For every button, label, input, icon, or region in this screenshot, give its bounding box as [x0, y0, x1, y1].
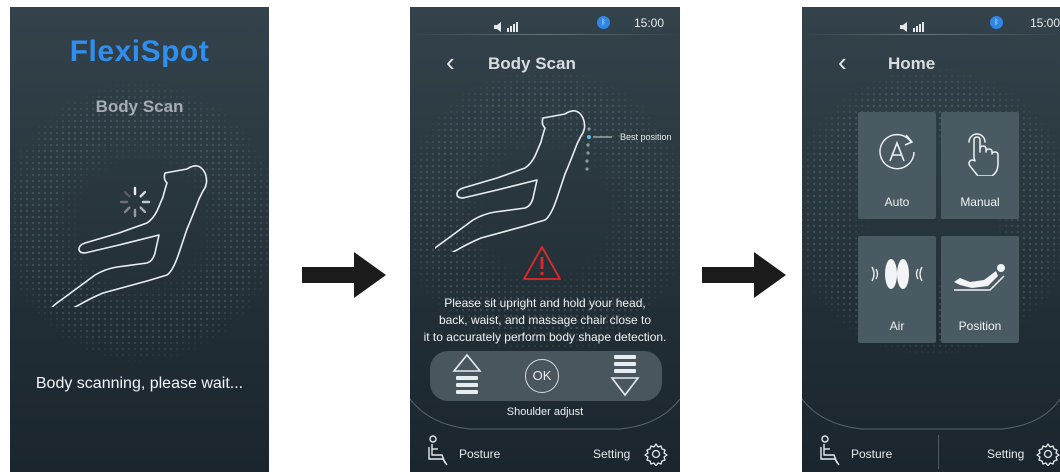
scan-loading-screen: FlexiSpot Body Scan Body scanning, pleas… — [10, 7, 269, 472]
tile-label: Position — [958, 319, 1002, 333]
tile-label: Air — [889, 319, 905, 333]
bluetooth-icon: ᛒ — [990, 16, 1003, 29]
warning-icon — [523, 246, 561, 280]
brand-logo: FlexiSpot — [69, 35, 210, 68]
bluetooth-icon: ᛒ — [597, 16, 610, 29]
nav-curve-divider — [410, 398, 680, 430]
tile-position[interactable]: Position — [941, 236, 1019, 343]
status-time: 15:00 — [634, 16, 665, 30]
instruction-text: Please sit upright and hold your head, b… — [410, 295, 680, 346]
posture-nav-label[interactable]: Posture — [851, 447, 892, 461]
home-screen: ᛒ 15:00 ‹ Home Auto Manual Air Position … — [802, 7, 1060, 472]
reclined-body-illustration — [51, 165, 208, 307]
setting-nav-label[interactable]: Setting — [987, 447, 1024, 461]
instruction-line: back, waist, and massage chair close to — [438, 313, 652, 327]
best-position-label: Best position — [620, 132, 672, 142]
divider — [410, 34, 680, 35]
status-time: 15:00 — [1030, 16, 1060, 30]
posture-icon[interactable] — [819, 435, 845, 467]
setting-nav-label[interactable]: Setting — [593, 447, 630, 461]
page-title: Body Scan — [488, 54, 576, 73]
gear-icon[interactable] — [644, 442, 668, 466]
loading-spinner-icon — [119, 186, 151, 218]
scanning-status-text: Body scanning, please wait... — [35, 375, 244, 392]
gear-icon[interactable] — [1036, 442, 1060, 466]
air-icon — [871, 259, 923, 289]
position-dots-indicator — [585, 127, 612, 171]
tile-label: Manual — [960, 195, 1000, 209]
page-title: Home — [888, 54, 936, 73]
recline-position-icon — [954, 264, 1005, 291]
instruction-line: it to accurately perform body shape dete… — [423, 330, 667, 344]
shoulder-up-button[interactable] — [450, 353, 484, 399]
nav-divider — [938, 435, 939, 469]
tile-auto[interactable]: Auto — [858, 112, 936, 219]
flow-arrow-icon — [702, 252, 786, 298]
back-button[interactable]: ‹ — [446, 49, 455, 75]
hand-touch-icon — [968, 133, 999, 176]
shoulder-down-button[interactable] — [608, 353, 642, 399]
divider — [802, 34, 1060, 35]
instruction-line: Please sit upright and hold your head, — [444, 296, 646, 310]
tile-manual[interactable]: Manual — [941, 112, 1019, 219]
page-title: Body Scan — [95, 97, 184, 116]
nav-curve-divider — [802, 398, 1060, 430]
posture-icon[interactable] — [427, 435, 453, 467]
ok-button[interactable]: OK — [525, 359, 559, 393]
tile-label: Auto — [884, 195, 910, 209]
posture-nav-label[interactable]: Posture — [459, 447, 500, 461]
tile-air[interactable]: Air — [858, 236, 936, 343]
body-scan-screen: ᛒ 15:00 ‹ Body Scan Best position Please… — [410, 7, 680, 472]
auto-icon — [879, 133, 915, 170]
back-button[interactable]: ‹ — [838, 49, 847, 75]
flow-arrow-icon — [302, 252, 386, 298]
